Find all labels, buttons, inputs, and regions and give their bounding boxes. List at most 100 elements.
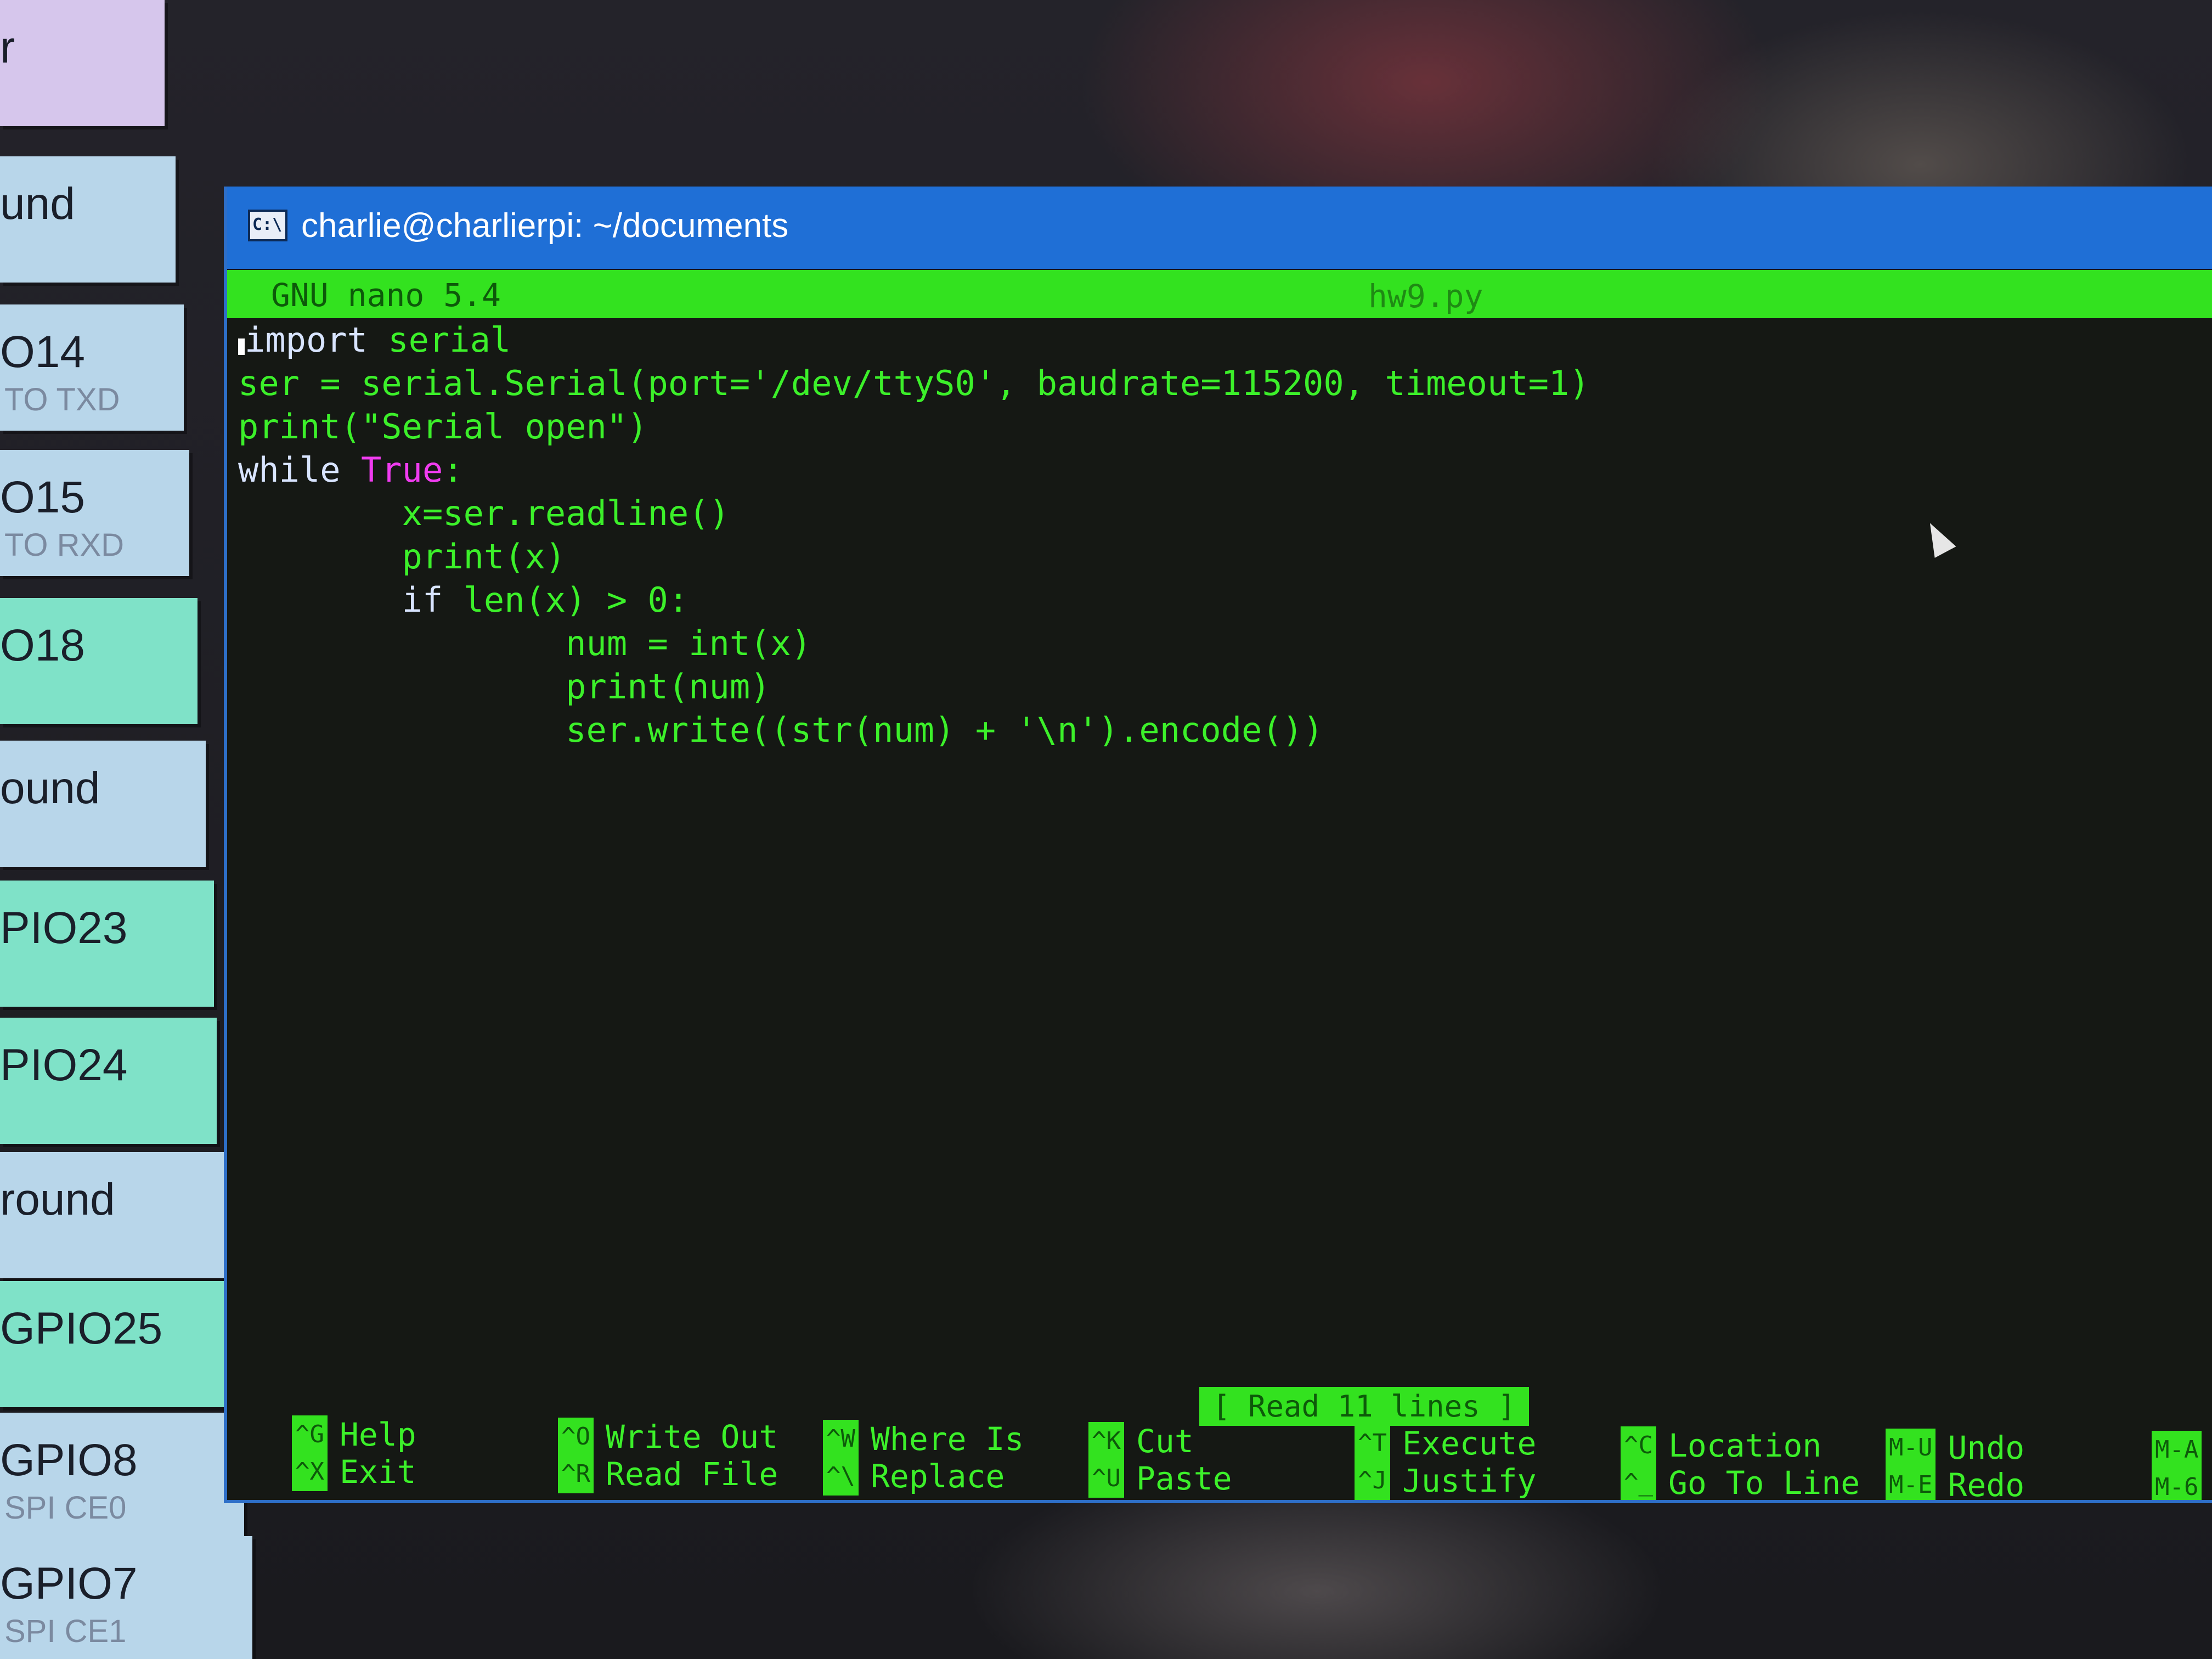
pin-label: ound: [0, 763, 100, 813]
shortcut-item[interactable]: ^_ Go To Line: [1621, 1464, 1860, 1502]
shortcut-item[interactable]: ^C Location: [1621, 1426, 1821, 1465]
pinout-row: round: [0, 1152, 228, 1278]
code-line[interactable]: print("Serial open"): [238, 405, 2158, 448]
shortcut-key: M-E: [1886, 1466, 1936, 1500]
code-line[interactable]: ser = serial.Serial(port='/dev/ttyS0', b…: [238, 362, 2158, 405]
shortcut-label: Execute: [1402, 1425, 1537, 1462]
pinout-row: O14 TO TXD: [0, 304, 184, 431]
shortcut-item[interactable]: ^T Execute: [1355, 1424, 1536, 1463]
pin-label: O14: [0, 327, 85, 377]
code-token: while: [238, 450, 341, 490]
shortcut-item[interactable]: ^\ Replace: [823, 1457, 1005, 1496]
code-line[interactable]: while True:: [238, 448, 2158, 492]
code-token: ser = serial.Serial(port='/dev/ttyS0', b…: [238, 363, 1590, 403]
pinout-row: ound: [0, 741, 206, 867]
shortcut-item[interactable]: ^U Paste: [1088, 1459, 1232, 1498]
shortcut-key: ^W: [823, 1420, 859, 1458]
shortcut-item[interactable]: M-6: [2152, 1468, 2212, 1500]
pin-label: r: [0, 22, 15, 72]
text-cursor: [238, 338, 245, 355]
pinout-row: r: [0, 0, 165, 126]
code-line[interactable]: x=ser.readline(): [238, 492, 2158, 535]
pinout-row: GPIO7 SPI CE1: [0, 1536, 252, 1659]
shortcut-label: Undo: [1948, 1429, 2025, 1466]
shortcut-label: Justify: [1402, 1462, 1537, 1499]
shortcut-key: M-A: [2152, 1431, 2202, 1469]
shortcut-key: ^\: [823, 1457, 859, 1496]
code-token: num = int(x): [238, 623, 812, 663]
window-title: charlie@charlierpi: ~/documents: [301, 207, 789, 245]
code-line[interactable]: print(x): [238, 535, 2158, 578]
pin-label: O15: [0, 472, 85, 522]
shortcut-label: Where Is: [870, 1420, 1024, 1458]
shortcut-bar: ^G Help ^X Exit ^O Write Out ^R Read File ^W Wher…: [292, 1415, 2212, 1502]
shortcut-label: Read File: [605, 1455, 778, 1493]
shortcut-label: Help: [339, 1416, 416, 1453]
pinout-row: O18: [0, 598, 198, 724]
pinout-row: GPIO25: [0, 1281, 236, 1407]
pin-function: SPI CE0: [4, 1490, 127, 1526]
code-token: True: [360, 450, 443, 490]
shortcut-item[interactable]: ^J Justify: [1355, 1462, 1536, 1500]
code-token: x=ser.readline(): [238, 493, 730, 533]
pin-label: PIO24: [0, 1040, 128, 1090]
code-line[interactable]: ser.write((str(num) + '\n').encode()): [238, 708, 2158, 752]
nano-header-bar: GNU nano 5.4 hw9.py: [227, 270, 2212, 318]
shortcut-key: ^T: [1355, 1424, 1390, 1463]
pin-function: TO RXD: [4, 527, 125, 563]
shortcut-label: Replace: [870, 1458, 1005, 1495]
code-token: print("Serial open"): [238, 407, 648, 447]
shortcut-label: Cut: [1136, 1423, 1194, 1460]
shortcut-label: Location: [1668, 1427, 1822, 1464]
pinout-row: und: [0, 156, 176, 283]
terminal-icon: [248, 210, 287, 241]
pinout-row: PIO23: [0, 881, 214, 1007]
file-name: hw9.py: [1368, 278, 1483, 315]
code-token: :: [443, 450, 464, 490]
shortcut-key: ^C: [1621, 1426, 1656, 1465]
pinout-row: GPIO8 SPI CE0: [0, 1413, 244, 1539]
code-token: import: [245, 320, 368, 360]
code-line[interactable]: print(num): [238, 665, 2158, 708]
shortcut-item[interactable]: ^O Write Out: [558, 1418, 778, 1456]
gpio-pinout-panel: r und O14 TO TXD O15 TO RXD O18 ound PIO23 PIO24 r…: [0, 0, 258, 1659]
shortcut-label: Write Out: [605, 1418, 778, 1455]
code-token: print(num): [238, 667, 771, 707]
pinout-row: PIO24: [0, 1018, 217, 1144]
shortcut-key: M-U: [1886, 1429, 1936, 1467]
shortcut-key: ^R: [558, 1455, 594, 1493]
shortcut-item[interactable]: ^R Read File: [558, 1455, 778, 1493]
code-token: print(x): [238, 537, 566, 577]
code-line[interactable]: if len(x) > 0:: [238, 578, 2158, 622]
code-line[interactable]: import serial: [238, 318, 2158, 362]
pin-label: GPIO7: [0, 1559, 138, 1609]
shortcut-key: ^_: [1621, 1464, 1656, 1500]
pin-label: PIO23: [0, 903, 128, 953]
code-token: serial: [367, 320, 511, 360]
shortcut-item[interactable]: M-A: [2152, 1431, 2212, 1469]
nano-version: GNU nano 5.4: [271, 276, 501, 314]
pinout-row: O15 TO RXD: [0, 450, 189, 576]
shortcut-item[interactable]: ^G Help: [292, 1415, 416, 1454]
terminal-window[interactable]: charlie@charlierpi: ~/documents GNU nano…: [224, 187, 2212, 1503]
desktop-background: r und O14 TO TXD O15 TO RXD O18 ound PIO23 PIO24 r…: [0, 0, 2212, 1659]
shortcut-key: ^G: [292, 1415, 328, 1454]
code-token: len(x) > 0:: [443, 580, 689, 620]
shortcut-item[interactable]: ^X Exit: [292, 1453, 416, 1491]
window-titlebar[interactable]: charlie@charlierpi: ~/documents: [227, 187, 2212, 269]
shortcut-item[interactable]: M-E Redo: [1886, 1466, 2024, 1500]
shortcut-item[interactable]: ^W Where Is: [823, 1420, 1024, 1458]
code-line[interactable]: num = int(x): [238, 622, 2158, 665]
shortcut-key: ^K: [1088, 1422, 1124, 1460]
shortcut-key: ^X: [292, 1453, 328, 1491]
pin-label: round: [0, 1175, 115, 1224]
pin-label: und: [0, 179, 75, 229]
code-editor[interactable]: import serial ser = serial.Serial(port='/…: [238, 318, 2158, 752]
shortcut-item[interactable]: ^K Cut: [1088, 1422, 1194, 1460]
pin-label: GPIO25: [0, 1304, 163, 1353]
shortcut-key: ^U: [1088, 1459, 1124, 1498]
shortcut-item[interactable]: M-U Undo: [1886, 1429, 2024, 1467]
shortcut-label: Go To Line: [1668, 1464, 1860, 1502]
